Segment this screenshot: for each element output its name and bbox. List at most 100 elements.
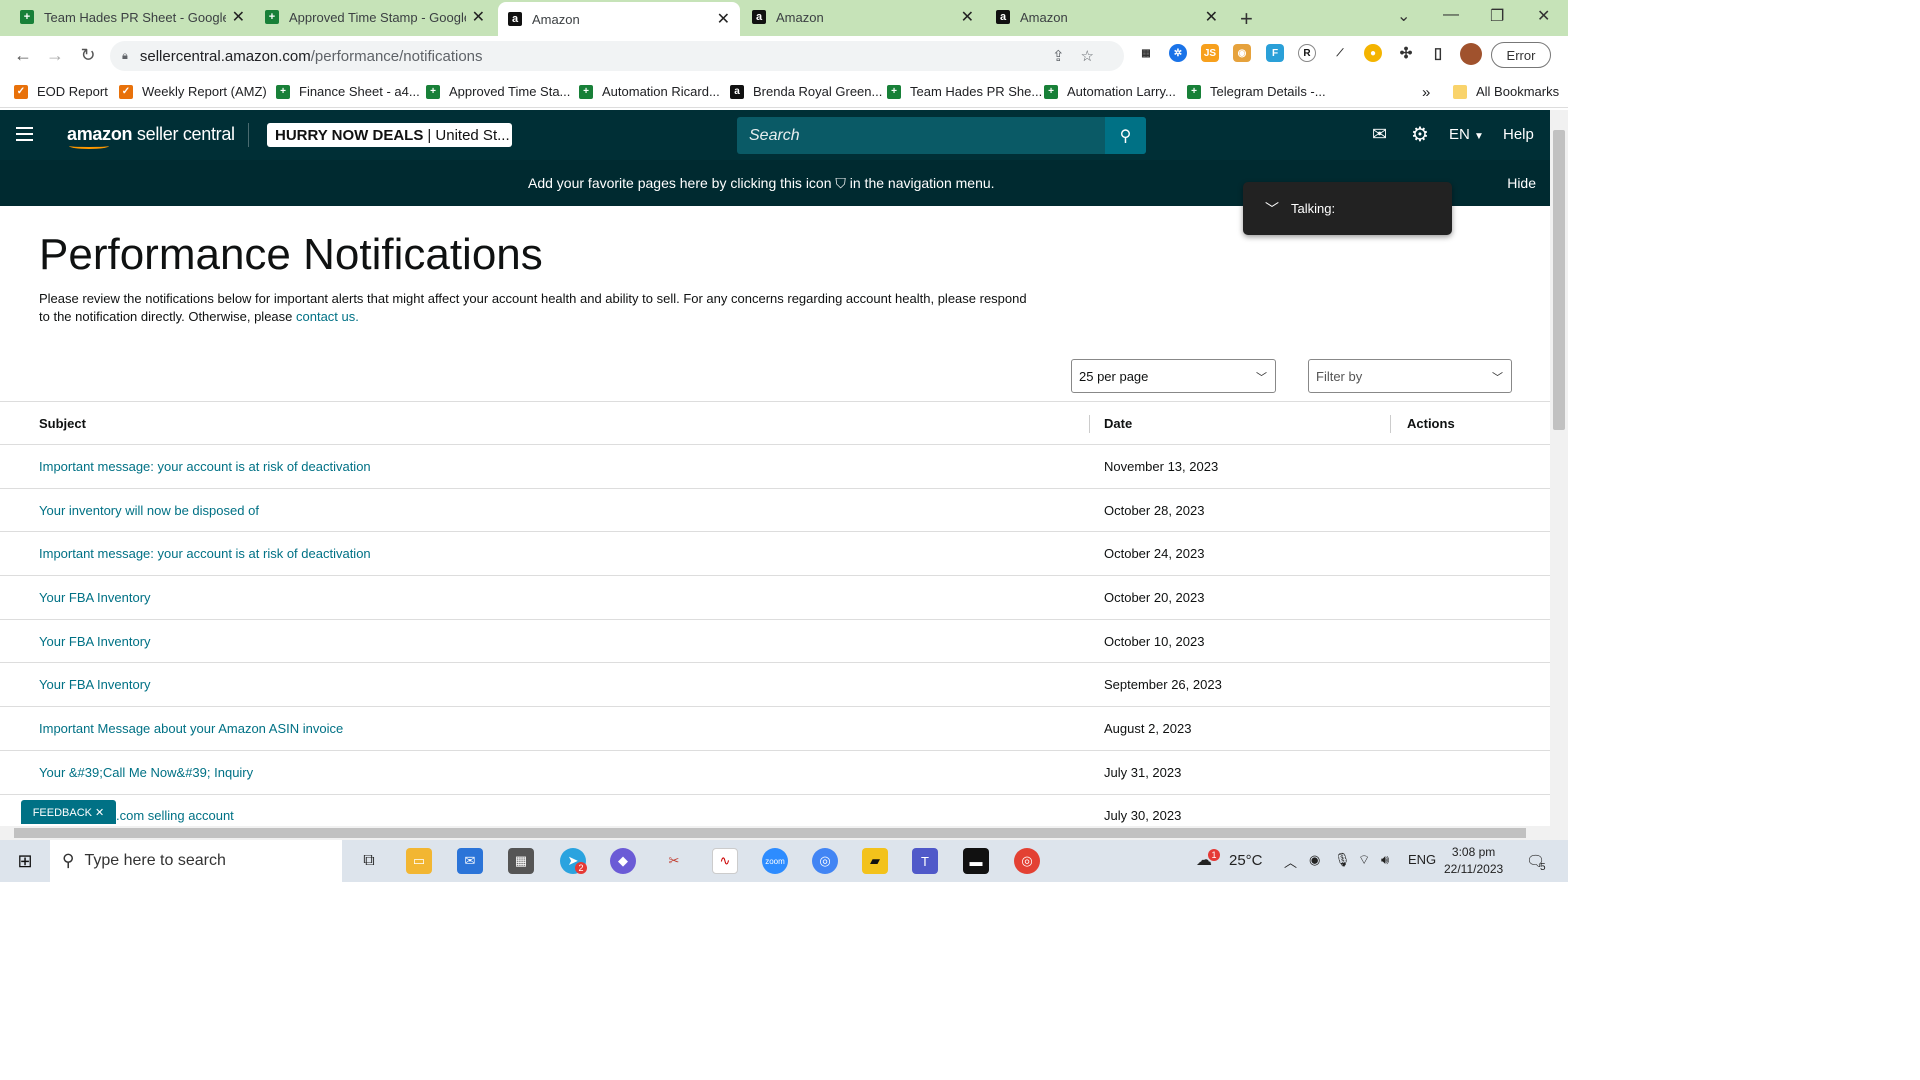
close-tab-icon[interactable]: ✕ (472, 7, 485, 27)
bookmark-item[interactable]: + Team Hades PR She... (887, 84, 1042, 99)
new-tab-icon[interactable]: + (1240, 6, 1253, 32)
extension-icon[interactable]: ✲ (1169, 44, 1187, 62)
zoom-icon[interactable]: zoom (762, 848, 788, 874)
microphone-icon[interactable]: 🎙︎ (1334, 852, 1351, 868)
volume-icon[interactable]: 🔊︎ (1381, 852, 1389, 868)
bookmark-item[interactable]: a Brenda Royal Green... (730, 84, 882, 99)
notification-date: November 13, 2023 (1089, 444, 1390, 489)
bookmark-item[interactable]: + Automation Larry... (1044, 84, 1176, 99)
record-icon[interactable]: ◉ (1309, 852, 1320, 868)
notification-subject-link[interactable]: Your FBA Inventory (0, 619, 1089, 664)
fba-extension-icon[interactable]: F (1266, 44, 1284, 62)
notification-subject-link[interactable]: Your FBA Inventory (0, 575, 1089, 620)
file-explorer-icon[interactable]: ▭ (406, 848, 432, 874)
language-selector[interactable]: EN ▼ (1449, 126, 1484, 143)
table-row: Your &#39;Call Me Now&#39; Inquiry July 3… (0, 750, 1550, 795)
close-tab-icon[interactable]: ✕ (961, 7, 974, 27)
notification-subject-link[interactable]: Important message: your account is at ri… (0, 531, 1089, 577)
chrome-profile-icon[interactable]: ◎ (1014, 848, 1040, 874)
search-input[interactable]: Search (737, 127, 1105, 145)
bookmark-item[interactable]: + Approved Time Sta... (426, 84, 570, 99)
help-link[interactable]: Help (1503, 126, 1534, 143)
teams-icon[interactable]: T (912, 848, 938, 874)
wifi-icon[interactable]: ⌔ (1358, 852, 1370, 868)
feedback-button[interactable]: FEEDBACK ✕ (21, 800, 116, 824)
notification-subject-link[interactable]: Your FBA Inventory (0, 662, 1089, 708)
notification-date: July 31, 2023 (1089, 750, 1390, 795)
profile-error-button[interactable]: Error (1491, 42, 1551, 68)
close-tab-icon[interactable]: ✕ (232, 7, 245, 27)
seller-central-logo[interactable]: amazon seller central (67, 124, 235, 149)
subject-column-header[interactable]: Subject (0, 401, 1089, 445)
scrollbar-thumb[interactable] (14, 828, 1526, 838)
extension-icon[interactable]: ⟋ (1331, 44, 1349, 62)
sticky-notes-icon[interactable]: ▰ (862, 848, 888, 874)
filter-select[interactable]: Filter by ﹀ (1308, 359, 1512, 393)
terminal-icon[interactable]: ▬ (963, 848, 989, 874)
extension-icon[interactable]: ◉ (1233, 44, 1251, 62)
bookmark-item[interactable]: + Telegram Details -... (1187, 84, 1326, 99)
notification-subject-link[interactable]: Important message: your account is at ri… (0, 444, 1089, 489)
snipping-tool-icon[interactable]: ✂ (661, 848, 687, 874)
all-bookmarks-folder[interactable]: All Bookmarks (1453, 84, 1559, 99)
address-bar[interactable]: 🔒︎ sellercentral.amazon.com/performance/… (110, 41, 1124, 71)
mail-icon[interactable]: ✉ (1372, 124, 1387, 145)
vertical-scrollbar[interactable] (1550, 110, 1568, 826)
activity-app-icon[interactable]: ∿ (712, 848, 738, 874)
per-page-select[interactable]: 25 per page ﹀ (1071, 359, 1276, 393)
extensions-puzzle-icon[interactable]: ✣ (1397, 44, 1415, 62)
browser-tab[interactable]: + Approved Time Stamp - Google ✕ (255, 0, 495, 34)
input-language[interactable]: ENG (1408, 852, 1436, 867)
back-icon[interactable]: ← (8, 45, 38, 66)
browser-tab[interactable]: + Team Hades PR Sheet - Google S ✕ (10, 0, 255, 34)
share-bookmark-icons[interactable]: ⇪☆ (1052, 47, 1110, 65)
tab-search-icon[interactable]: ⌄ (1397, 6, 1410, 26)
horizontal-scrollbar[interactable] (0, 826, 1568, 840)
extension-icon[interactable]: R (1298, 44, 1316, 62)
gear-icon[interactable]: ⚙ (1411, 122, 1429, 147)
url-host: sellercentral.amazon.com (139, 47, 311, 65)
weather-temp[interactable]: 25°C (1229, 852, 1263, 869)
mail-app-icon[interactable]: ✉ (457, 848, 483, 874)
calculator-icon[interactable]: ▦ (508, 848, 534, 874)
close-tab-icon[interactable]: ✕ (717, 9, 730, 29)
more-bookmarks-icon[interactable]: » (1422, 84, 1430, 101)
bookmark-item[interactable]: ✓ Weekly Report (AMZ) (119, 84, 267, 99)
search-button[interactable]: ⚲ (1105, 117, 1146, 154)
minimize-icon[interactable]: — (1443, 6, 1459, 24)
close-window-icon[interactable]: ✕ (1537, 6, 1550, 26)
side-panel-icon[interactable]: ▯ (1429, 44, 1447, 62)
bookmark-item[interactable]: + Automation Ricard... (579, 84, 720, 99)
browser-tab[interactable]: a Amazon ✕ (742, 0, 984, 34)
chevron-down-icon[interactable]: ﹀ (1265, 199, 1279, 219)
qr-extension-icon[interactable]: ▦ (1137, 44, 1155, 62)
notification-subject-link[interactable]: Important Message about your Amazon ASIN… (0, 706, 1089, 751)
avatar[interactable] (1460, 43, 1482, 65)
date-column-header[interactable]: Date (1089, 401, 1390, 445)
hide-banner-button[interactable]: Hide (1507, 175, 1536, 191)
copilot-icon[interactable]: ◆ (610, 848, 636, 874)
bookmark-item[interactable]: ✓ EOD Report (14, 84, 108, 99)
contact-us-link[interactable]: contact us. (296, 309, 359, 324)
taskbar-search[interactable]: ⚲ Type here to search (50, 840, 342, 882)
extension-icon[interactable]: ● (1364, 44, 1382, 62)
windows-start-icon[interactable]: ⊞ (12, 848, 38, 874)
store-selector[interactable]: HURRY NOW DEALS | United St... (267, 123, 512, 147)
notification-subject-link[interactable]: Your inventory will now be disposed of (0, 488, 1089, 533)
system-clock[interactable]: 3:08 pm 22/11/2023 (1444, 844, 1503, 878)
browser-tab[interactable]: a Amazon ✕ (986, 0, 1228, 34)
js-extension-icon[interactable]: JS (1201, 44, 1219, 62)
notification-subject-link[interactable]: Your &#39;Call Me Now&#39; Inquiry (0, 750, 1089, 795)
talking-popup[interactable]: ﹀ Talking: (1243, 182, 1452, 235)
browser-tab-active[interactable]: a Amazon ✕ (498, 2, 740, 36)
restore-icon[interactable]: ❐ (1490, 6, 1504, 26)
close-tab-icon[interactable]: ✕ (1205, 7, 1218, 27)
chevron-up-icon[interactable]: ︿ (1284, 852, 1297, 871)
task-view-icon[interactable]: ⧉ (356, 848, 382, 874)
bookmark-item[interactable]: + Finance Sheet - a4... (276, 84, 420, 99)
menu-icon[interactable] (16, 127, 33, 141)
chrome-icon[interactable]: ◎ (812, 848, 838, 874)
scrollbar-thumb[interactable] (1553, 130, 1565, 430)
forward-icon[interactable]: → (40, 45, 70, 66)
reload-icon[interactable]: ↻ (73, 45, 103, 66)
